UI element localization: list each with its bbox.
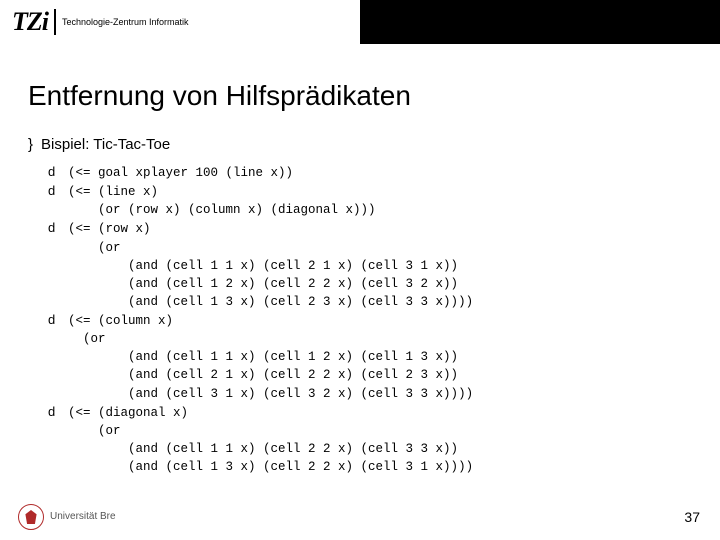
footer: Universität Bre 37 xyxy=(0,500,720,534)
code-text: (and (cell 2 1 x) (cell 2 2 x) (cell 2 3… xyxy=(68,368,458,382)
code-text: (<= (row x) xyxy=(68,222,151,236)
code-text: (<= (diagonal x) xyxy=(68,406,188,420)
code-line: (and (cell 1 2 x) (cell 2 2 x) (cell 3 2… xyxy=(48,275,692,293)
code-text: (<= goal xplayer 100 (line x)) xyxy=(68,166,293,180)
code-line: (and (cell 3 1 x) (cell 3 2 x) (cell 3 3… xyxy=(48,385,692,403)
slide-title: Entfernung von Hilfsprädikaten xyxy=(28,80,692,112)
code-bullet-icon: d xyxy=(48,403,68,422)
code-text: (<= (column x) xyxy=(68,314,173,328)
code-text: (or xyxy=(68,241,128,255)
tzi-logo: TZi Technologie-Zentrum Informatik xyxy=(12,7,189,37)
hand-bullet-icon: } xyxy=(28,136,33,153)
page-number: 37 xyxy=(684,509,700,525)
code-line: d(<= (diagonal x) xyxy=(48,403,692,422)
logo-divider xyxy=(54,9,56,35)
code-text: (or xyxy=(68,424,128,438)
code-line: (and (cell 1 1 x) (cell 1 2 x) (cell 1 3… xyxy=(48,348,692,366)
code-text: (and (cell 1 3 x) (cell 2 3 x) (cell 3 3… xyxy=(68,295,473,309)
header-bar: TZi Technologie-Zentrum Informatik xyxy=(0,0,720,44)
subhead-text: Bispiel: Tic-Tac-Toe xyxy=(41,136,170,153)
code-text: (and (cell 1 3 x) (cell 2 2 x) (cell 3 1… xyxy=(68,460,473,474)
code-line: (and (cell 1 3 x) (cell 2 2 x) (cell 3 1… xyxy=(48,458,692,476)
code-line: (or xyxy=(48,422,692,440)
code-line: d(<= (column x) xyxy=(48,311,692,330)
university-seal-inner xyxy=(24,510,38,524)
code-text: (or (row x) (column x) (diagonal x))) xyxy=(68,203,376,217)
code-line: (and (cell 2 1 x) (cell 2 2 x) (cell 2 3… xyxy=(48,366,692,384)
logo-mark: TZi xyxy=(12,7,48,37)
code-text: (and (cell 1 1 x) (cell 2 2 x) (cell 3 3… xyxy=(68,442,458,456)
code-bullet-icon: d xyxy=(48,182,68,201)
code-block: d(<= goal xplayer 100 (line x))d(<= (lin… xyxy=(28,163,692,476)
code-bullet-icon: d xyxy=(48,219,68,238)
code-bullet-icon: d xyxy=(48,163,68,182)
code-text: (or xyxy=(68,332,113,346)
university-logo: Universität Bre xyxy=(18,504,116,530)
university-seal-icon xyxy=(18,504,44,530)
subhead: } Bispiel: Tic-Tac-Toe xyxy=(28,136,692,153)
header-left: TZi Technologie-Zentrum Informatik xyxy=(0,0,360,44)
slide-content: Entfernung von Hilfsprädikaten } Bispiel… xyxy=(0,44,720,476)
code-text: (<= (line x) xyxy=(68,185,158,199)
code-line: d(<= goal xplayer 100 (line x)) xyxy=(48,163,692,182)
code-line: (and (cell 1 1 x) (cell 2 1 x) (cell 3 1… xyxy=(48,257,692,275)
code-line: (and (cell 1 3 x) (cell 2 3 x) (cell 3 3… xyxy=(48,293,692,311)
header-right-black xyxy=(360,0,720,44)
code-text: (and (cell 1 1 x) (cell 2 1 x) (cell 3 1… xyxy=(68,259,458,273)
code-line: (or xyxy=(48,330,692,348)
logo-text: Technologie-Zentrum Informatik xyxy=(62,18,189,27)
code-line: d(<= (row x) xyxy=(48,219,692,238)
code-text: (and (cell 1 1 x) (cell 1 2 x) (cell 1 3… xyxy=(68,350,458,364)
code-line: (or xyxy=(48,239,692,257)
code-line: (and (cell 1 1 x) (cell 2 2 x) (cell 3 3… xyxy=(48,440,692,458)
code-bullet-icon: d xyxy=(48,311,68,330)
code-line: d(<= (line x) xyxy=(48,182,692,201)
university-name: Universität Bre xyxy=(50,512,116,522)
code-line: (or (row x) (column x) (diagonal x))) xyxy=(48,201,692,219)
code-text: (and (cell 3 1 x) (cell 3 2 x) (cell 3 3… xyxy=(68,387,473,401)
code-text: (and (cell 1 2 x) (cell 2 2 x) (cell 3 2… xyxy=(68,277,458,291)
